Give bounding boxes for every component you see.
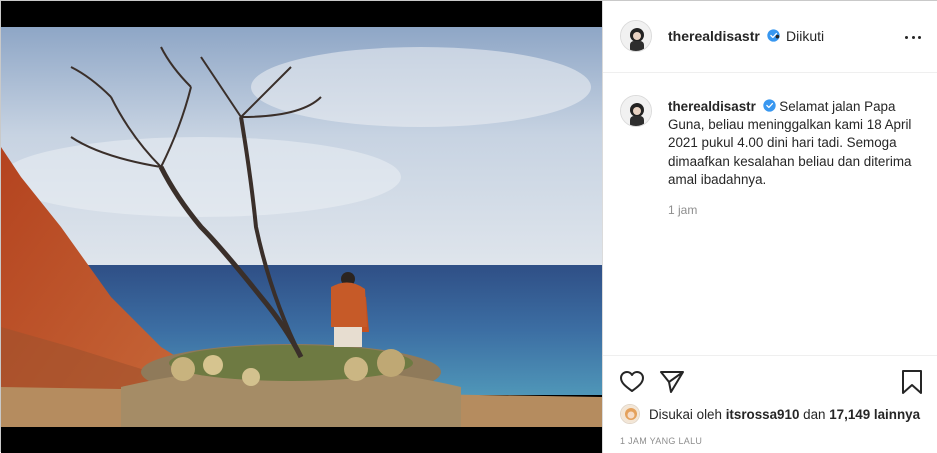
post-caption: therealdisastr Selamat jalan Papa Guna, … — [668, 98, 928, 189]
author-avatar[interactable] — [620, 20, 652, 52]
likes-summary: Disukai oleh itsrossa910 dan 17,149 lain… — [620, 404, 920, 424]
liked-by-username[interactable]: itsrossa910 — [726, 407, 800, 422]
post-header: therealdisastr • Diikuti — [603, 1, 937, 73]
post-actions: Disukai oleh itsrossa910 dan 17,149 lain… — [603, 355, 937, 453]
likes-joiner: dan — [803, 406, 826, 422]
post-timestamp[interactable]: 1 JAM YANG LALU — [620, 436, 702, 446]
heart-icon[interactable] — [619, 369, 645, 395]
follow-status-button[interactable]: Diikuti — [786, 28, 824, 44]
more-options-icon[interactable] — [903, 27, 923, 47]
post-photo[interactable] — [1, 27, 602, 427]
caption-timestamp[interactable]: 1 jam — [668, 203, 697, 217]
bookmark-icon[interactable] — [899, 369, 925, 395]
liker-avatar[interactable] — [620, 404, 640, 424]
post-dialog: therealdisastr • Diikuti therealdisastr … — [0, 0, 937, 453]
post-photo-image — [1, 27, 602, 427]
caption-username[interactable]: therealdisastr — [668, 99, 756, 114]
header-separator: • — [775, 28, 780, 44]
post-side-panel: therealdisastr • Diikuti therealdisastr … — [602, 1, 937, 453]
author-username[interactable]: therealdisastr — [668, 28, 780, 44]
verified-badge-icon — [762, 99, 776, 112]
caption-section: therealdisastr Selamat jalan Papa Guna, … — [603, 73, 937, 355]
photo-letterbox-bottom — [1, 427, 602, 453]
send-icon[interactable] — [659, 369, 685, 395]
likes-count[interactable]: 17,149 lainnya — [829, 407, 920, 422]
photo-letterbox-top — [1, 1, 602, 27]
likes-prefix: Disukai oleh — [649, 406, 722, 422]
caption-author-avatar[interactable] — [620, 95, 652, 127]
